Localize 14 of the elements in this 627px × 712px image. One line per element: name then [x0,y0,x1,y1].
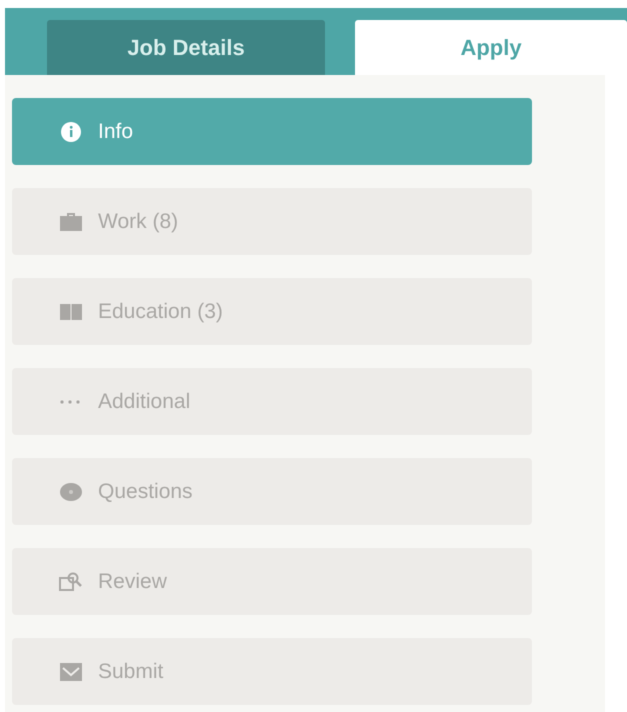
step-nav-item[interactable]: Additional [12,368,532,435]
step-nav-item[interactable]: Education (3) [12,278,532,345]
step-nav-item[interactable]: Review [12,548,532,615]
envelope-icon [59,662,83,682]
tab[interactable]: Job Details [47,20,325,75]
step-nav-item[interactable]: Questions [12,458,532,525]
review-icon [59,570,83,592]
briefcase-icon [59,212,83,232]
info-icon [60,120,82,142]
step-nav-item[interactable]: Work (8) [12,188,532,255]
step-nav-item[interactable]: Submit [12,638,532,705]
tab[interactable]: Apply [355,20,627,75]
step-nav-item[interactable]: Info [12,98,532,165]
book-icon [59,302,83,320]
